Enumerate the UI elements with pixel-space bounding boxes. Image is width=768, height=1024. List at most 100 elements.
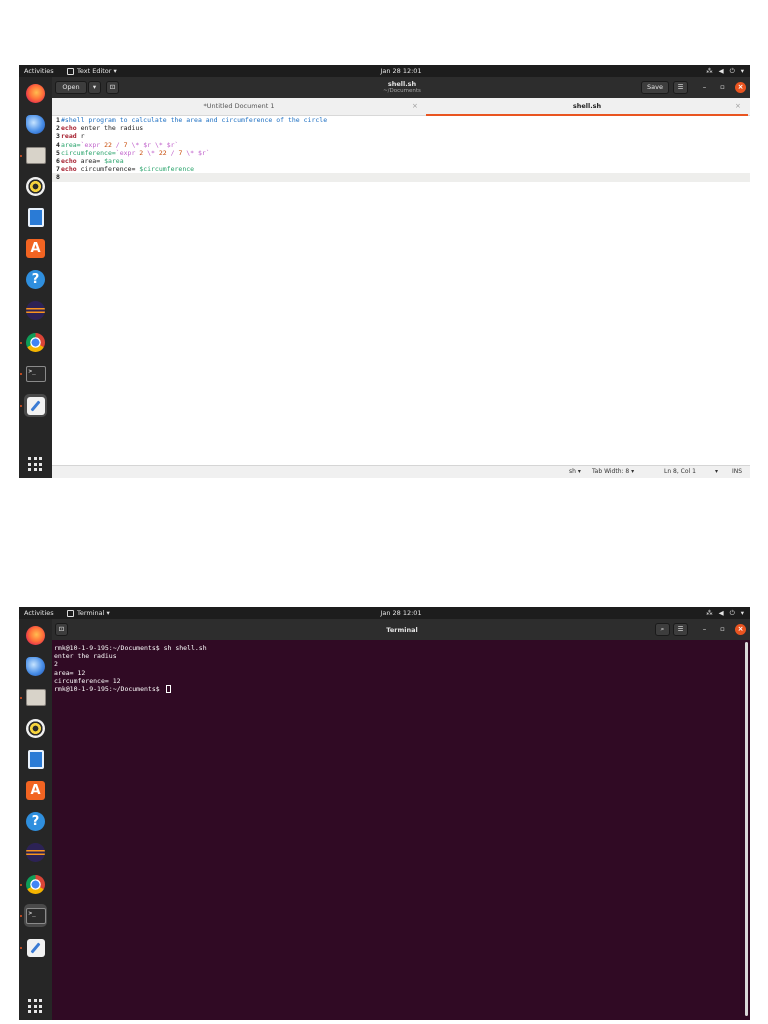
dock-rhythmbox[interactable] <box>24 175 47 198</box>
running-indicator <box>20 884 22 886</box>
new-tab-button[interactable]: ⊡ <box>55 623 68 636</box>
libreoffice-writer-icon <box>27 750 44 769</box>
minimize-button[interactable]: – <box>699 624 710 635</box>
code-line[interactable]: 2echo enter the radius <box>52 124 750 132</box>
running-indicator <box>20 915 22 917</box>
files-icon <box>25 689 46 706</box>
tab-width-selector[interactable]: Tab Width: 8 ▾ <box>592 466 634 478</box>
dock-terminal[interactable]: >_ <box>24 904 47 927</box>
terminal-icon: >_ <box>25 907 46 924</box>
dock-rhythmbox[interactable] <box>24 717 47 740</box>
close-icon: × <box>737 83 744 91</box>
code-token: `expr <box>115 148 140 157</box>
top-bar: Activities Terminal ▾ Jan 28 12:01 ⁂ ◀ ⏻… <box>19 607 750 619</box>
dock-writer[interactable] <box>24 748 47 771</box>
language-selector[interactable]: sh ▾ <box>569 466 581 478</box>
dock-eclipse[interactable] <box>24 299 47 322</box>
dock-software[interactable]: A <box>24 237 47 260</box>
code-line[interactable]: 8 <box>52 173 750 182</box>
dock-help[interactable]: ? <box>24 268 47 291</box>
code-line[interactable]: 5circumference=`expr 2 \* 22 / 7 \* $r` <box>52 149 750 157</box>
power-icon: ⏻ <box>729 609 735 617</box>
code-line[interactable]: 6echo area= $area <box>52 157 750 165</box>
activities-button[interactable]: Activities <box>24 65 54 77</box>
dock-files[interactable] <box>24 144 47 167</box>
dock-text-editor[interactable] <box>24 394 47 417</box>
dock-firefox[interactable] <box>24 82 47 105</box>
firefox-icon <box>26 84 45 103</box>
dock: A ? >_ <box>19 77 52 478</box>
dock-firefox[interactable] <box>24 624 47 647</box>
terminal-header-bar: ⊡ Terminal ⌕ ☰ – ▫ × <box>52 619 750 640</box>
code-token: / <box>111 140 124 149</box>
code-line[interactable]: 7echo circumference= $circumference <box>52 165 750 173</box>
dock-help[interactable]: ? <box>24 810 47 833</box>
activities-button[interactable]: Activities <box>24 607 54 619</box>
top-bar: Activities Text Editor ▾ Jan 28 12:01 ⁂ … <box>19 65 750 77</box>
open-dropdown-button[interactable]: ▾ <box>88 81 101 94</box>
menu-button[interactable]: ☰ <box>673 81 688 94</box>
show-apps-icon[interactable] <box>28 457 42 471</box>
thunderbird-icon <box>26 657 45 676</box>
close-button[interactable]: × <box>735 82 746 93</box>
save-button[interactable]: Save <box>641 81 669 94</box>
code-token: `expr <box>80 140 105 149</box>
code-line[interactable]: 3read r <box>52 132 750 140</box>
dock-thunderbird[interactable] <box>24 113 47 136</box>
terminal-scrollbar[interactable] <box>745 642 748 1016</box>
screenshot-text-editor: Activities Text Editor ▾ Jan 28 12:01 ⁂ … <box>19 65 750 478</box>
open-button[interactable]: Open <box>55 81 87 94</box>
dock-thunderbird[interactable] <box>24 655 47 678</box>
menu-button[interactable]: ☰ <box>673 623 688 636</box>
tab-close-icon[interactable]: × <box>735 98 741 115</box>
tab-bar: *Untitled Document 1 × shell.sh × <box>52 98 750 116</box>
app-menu[interactable]: Terminal ▾ <box>67 607 110 619</box>
chevron-down-icon: ▾ <box>740 609 744 617</box>
tab-shell-sh[interactable]: shell.sh <box>426 98 748 116</box>
minimize-icon: – <box>702 83 707 91</box>
terminal-line: enter the radius <box>54 652 117 661</box>
dock-chrome[interactable] <box>24 331 47 354</box>
running-indicator <box>20 155 22 157</box>
cursor-position[interactable]: Ln 8, Col 1 <box>664 466 696 478</box>
app-menu[interactable]: Text Editor ▾ <box>67 65 117 77</box>
code-editor[interactable]: 1#shell program to calculate the area an… <box>52 116 750 465</box>
code-line[interactable]: 1#shell program to calculate the area an… <box>52 116 750 124</box>
eclipse-icon <box>26 301 45 320</box>
tab-untitled-document[interactable]: *Untitled Document 1 <box>52 98 426 116</box>
code-token: area= <box>61 140 81 149</box>
window-title: Terminal <box>386 626 418 634</box>
dock-text-editor[interactable] <box>24 936 47 959</box>
new-tab-button[interactable]: ⊡ <box>106 81 119 94</box>
chrome-icon <box>26 333 45 352</box>
system-tray[interactable]: ⁂ ◀ ⏻ ▾ <box>706 65 744 77</box>
dock-terminal[interactable]: >_ <box>24 362 47 385</box>
terminal-output[interactable]: rmk@10-1-9-195:~/Documents$ sh shell.sh … <box>52 640 750 1020</box>
clock[interactable]: Jan 28 12:01 <box>379 607 423 619</box>
rhythmbox-icon <box>26 177 45 196</box>
show-apps-icon[interactable] <box>28 999 42 1013</box>
dock-eclipse[interactable] <box>24 841 47 864</box>
dock-chrome[interactable] <box>24 873 47 896</box>
mode-dropdown-icon[interactable]: ▾ <box>715 466 718 478</box>
system-tray[interactable]: ⁂ ◀ ⏻ ▾ <box>706 607 744 619</box>
maximize-button[interactable]: ▫ <box>717 624 728 635</box>
minimize-button[interactable]: – <box>699 82 710 93</box>
code-token: $circumference <box>139 165 195 174</box>
terminal-line: rmk@10-1-9-195:~/Documents$ sh shell.sh <box>54 644 207 652</box>
maximize-icon: ▫ <box>720 83 725 91</box>
code-token: $area <box>104 156 124 165</box>
search-button[interactable]: ⌕ <box>655 623 670 636</box>
minimize-icon: – <box>702 625 707 633</box>
terminal-line: 2 <box>54 660 58 669</box>
code-line[interactable]: 4area=`expr 22 / 7 \* $r \* $r` <box>52 141 750 149</box>
text-editor-icon <box>26 396 45 415</box>
eclipse-icon <box>26 843 45 862</box>
tab-close-icon[interactable]: × <box>412 98 418 115</box>
dock-software[interactable]: A <box>24 779 47 802</box>
dock-writer[interactable] <box>24 206 47 229</box>
dock-files[interactable] <box>24 686 47 709</box>
clock[interactable]: Jan 28 12:01 <box>379 65 423 77</box>
close-button[interactable]: × <box>735 624 746 635</box>
maximize-button[interactable]: ▫ <box>717 82 728 93</box>
